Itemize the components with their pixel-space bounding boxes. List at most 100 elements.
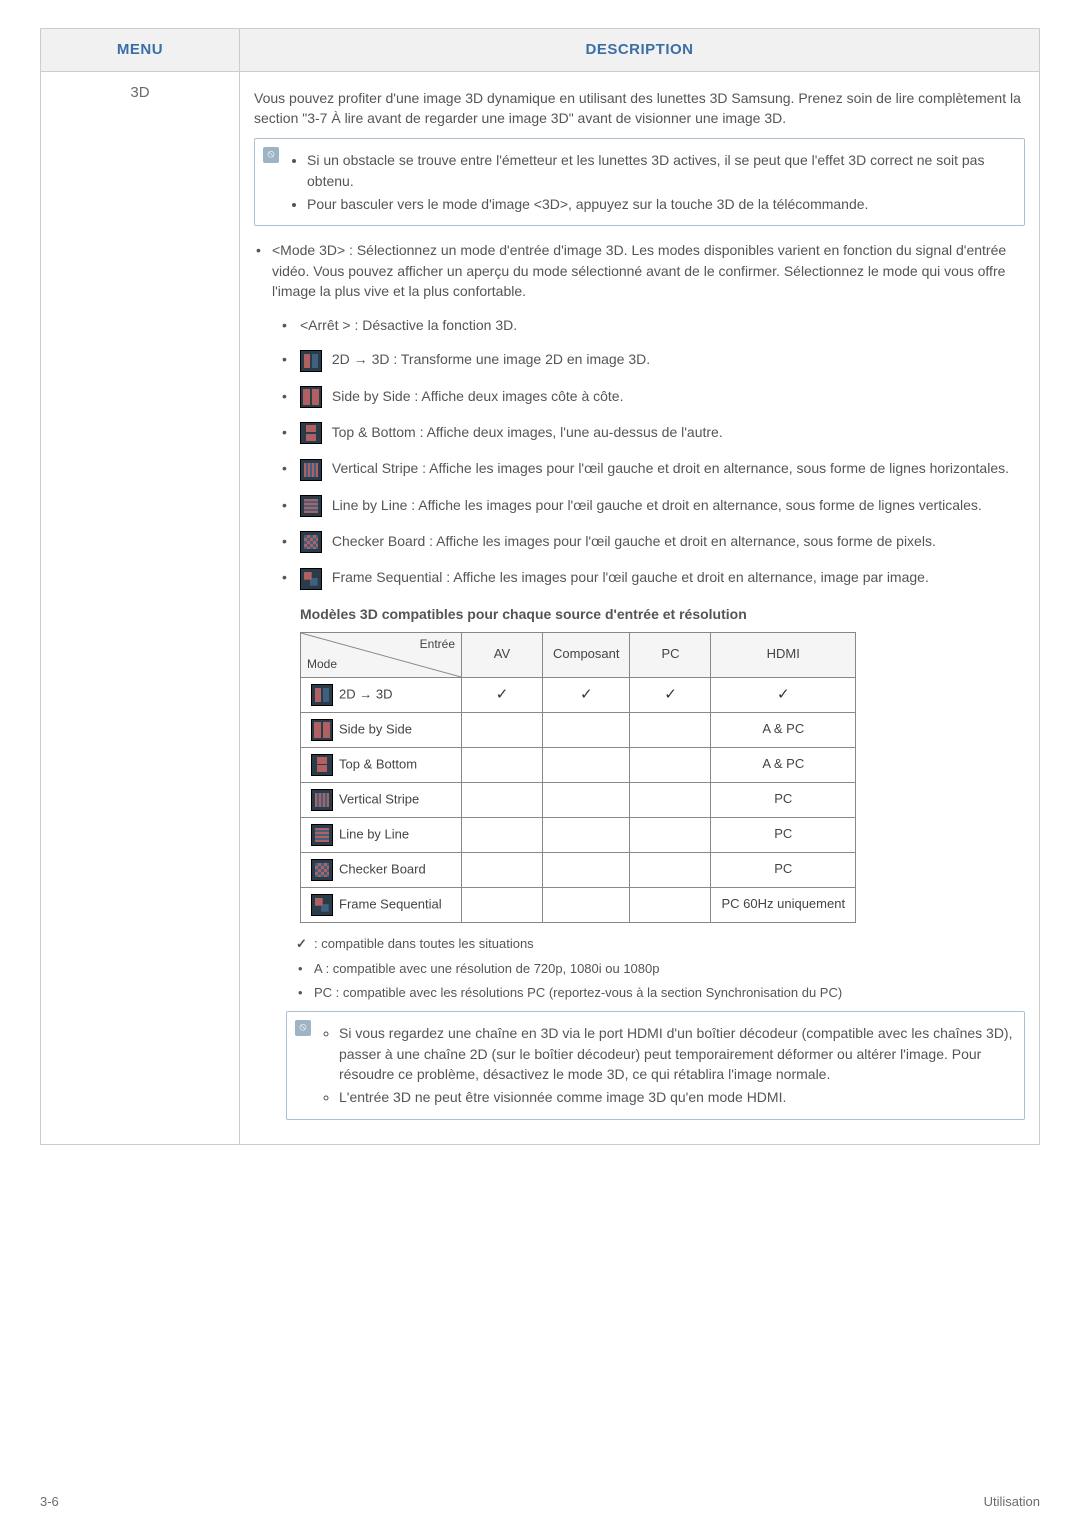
info-icon: ⦸ — [295, 1020, 311, 1036]
info-icon: ⦸ — [263, 147, 279, 163]
check-icon — [496, 687, 509, 702]
mode-frameseq-label: Frame Sequential : Affiche les images po… — [332, 569, 929, 585]
mode3d-title: <Mode 3D> : Sélectionnez un mode d'entré… — [272, 242, 1006, 299]
mode-sbs: Side by Side : Affiche deux images côte … — [272, 386, 1025, 408]
compat-cell — [630, 782, 711, 817]
col-composant: Composant — [543, 632, 630, 677]
footnote-pc: PC : compatible avec les résolutions PC … — [286, 984, 1025, 1003]
sbs-icon — [311, 719, 333, 741]
compat-cell — [630, 677, 711, 712]
compat-cell — [630, 747, 711, 782]
menu-item-3d: 3D — [41, 71, 240, 1144]
compat-cell — [462, 852, 543, 887]
description-cell: Vous pouvez profiter d'une image 3D dyna… — [240, 71, 1040, 1144]
info-box-bottom: ⦸ Si vous regardez une chaîne en 3D via … — [286, 1011, 1025, 1119]
mode-2d3d: 2D → 3D : Transforme une image 2D en ima… — [272, 349, 1025, 371]
mode-cell: Top & Bottom — [301, 747, 462, 782]
compat-cell — [543, 887, 630, 922]
footnotes: : compatible dans toutes les situations … — [286, 935, 1025, 1004]
compat-cell: A & PC — [711, 712, 856, 747]
page-number: 3-6 — [40, 1494, 59, 1509]
compat-cell — [543, 852, 630, 887]
vstripe-icon — [311, 789, 333, 811]
section-name: Utilisation — [984, 1494, 1040, 1509]
mode-frameseq-icon — [300, 568, 322, 590]
table-row: Line by Line PC — [301, 817, 856, 852]
arrow2d3d-icon — [311, 684, 333, 706]
compat-cell — [711, 677, 856, 712]
mode-checker-label: Checker Board : Affiche les images pour … — [332, 533, 936, 549]
mode-cell: Vertical Stripe — [301, 782, 462, 817]
mode-2d3d-icon — [300, 350, 322, 372]
mode-vstripe-icon — [300, 459, 322, 481]
table-row: Checker Board PC — [301, 852, 856, 887]
compat-cell — [630, 712, 711, 747]
mode-off: <Arrêt > : Désactive la fonction 3D. — [272, 315, 1025, 335]
info-top-item-2: Pour basculer vers le mode d'image <3D>,… — [307, 194, 1014, 214]
compat-cell: PC — [711, 782, 856, 817]
mode-frameseq: Frame Sequential : Affiche les images po… — [272, 567, 1025, 589]
mode-2d3d-label: 2D → 3D : Transforme une image 2D en ima… — [332, 351, 650, 367]
compat-cell — [543, 712, 630, 747]
mode-label: Side by Side — [339, 721, 412, 736]
info-top-item-1: Si un obstacle se trouve entre l'émetteu… — [307, 150, 1014, 191]
mode-lbl-icon — [300, 495, 322, 517]
info-box-top: ⦸ Si un obstacle se trouve entre l'émett… — [254, 138, 1025, 226]
intro-paragraph: Vous pouvez profiter d'une image 3D dyna… — [254, 88, 1025, 129]
table-row: Side by Side A & PC — [301, 712, 856, 747]
mode-checker-icon — [300, 531, 322, 553]
mode-label: 2D → 3D — [339, 686, 392, 701]
compat-cell — [630, 817, 711, 852]
checker-icon — [311, 859, 333, 881]
check-icon — [580, 687, 593, 702]
col-hdmi: HDMI — [711, 632, 856, 677]
compat-cell — [462, 817, 543, 852]
col-header-description: DESCRIPTION — [240, 29, 1040, 72]
mode-cell: Side by Side — [301, 712, 462, 747]
diag-header: Entrée Mode — [301, 632, 462, 677]
table-row: Frame Sequential PC 60Hz uniquement — [301, 887, 856, 922]
check-icon — [777, 687, 790, 702]
col-pc: PC — [630, 632, 711, 677]
compat-cell — [462, 677, 543, 712]
compat-cell — [630, 887, 711, 922]
mode-cell: Line by Line — [301, 817, 462, 852]
compat-cell: PC — [711, 852, 856, 887]
compat-cell — [462, 712, 543, 747]
footnote-a: A : compatible avec une résolution de 72… — [286, 960, 1025, 979]
mode-checker: Checker Board : Affiche les images pour … — [272, 531, 1025, 553]
compat-cell — [543, 782, 630, 817]
mode-vstripe: Vertical Stripe : Affiche les images pou… — [272, 458, 1025, 480]
info-bottom-item-2: L'entrée 3D ne peut être visionnée comme… — [339, 1087, 1014, 1107]
spec-table: MENU DESCRIPTION 3D Vous pouvez profiter… — [40, 28, 1040, 1145]
mode-vstripe-label: Vertical Stripe : Affiche les images pou… — [332, 460, 1009, 476]
mode-sbs-icon — [300, 386, 322, 408]
mode-lbl-label: Line by Line : Affiche les images pour l… — [332, 497, 982, 513]
compat-heading: Modèles 3D compatibles pour chaque sourc… — [300, 604, 1025, 624]
tb-icon — [311, 754, 333, 776]
compat-cell — [543, 677, 630, 712]
mode-cell: Checker Board — [301, 852, 462, 887]
mode3d-item: <Mode 3D> : Sélectionnez un mode d'entré… — [254, 240, 1025, 1119]
compat-table: Entrée Mode AV Composant PC HDMI — [300, 632, 856, 923]
mode-tb-icon — [300, 422, 322, 444]
mode-cell: 2D → 3D — [301, 677, 462, 712]
mode-label: Checker Board — [339, 861, 426, 876]
compat-cell — [543, 747, 630, 782]
compat-cell — [630, 852, 711, 887]
diag-bottom-label: Mode — [307, 656, 337, 673]
mode-lbl: Line by Line : Affiche les images pour l… — [272, 495, 1025, 517]
compat-cell: PC — [711, 817, 856, 852]
compat-cell: PC 60Hz uniquement — [711, 887, 856, 922]
footnote-check: : compatible dans toutes les situations — [286, 935, 1025, 954]
table-row: Vertical Stripe PC — [301, 782, 856, 817]
table-row: 2D → 3D — [301, 677, 856, 712]
mode-tb-label: Top & Bottom : Affiche deux images, l'un… — [332, 424, 723, 440]
page-footer: 3-6 Utilisation — [40, 1494, 1040, 1509]
mode-sbs-label: Side by Side : Affiche deux images côte … — [332, 388, 624, 404]
mode-cell: Frame Sequential — [301, 887, 462, 922]
frameseq-icon — [311, 894, 333, 916]
mode-tb: Top & Bottom : Affiche deux images, l'un… — [272, 422, 1025, 444]
table-row: Top & BottomA & PC — [301, 747, 856, 782]
compat-cell — [462, 782, 543, 817]
